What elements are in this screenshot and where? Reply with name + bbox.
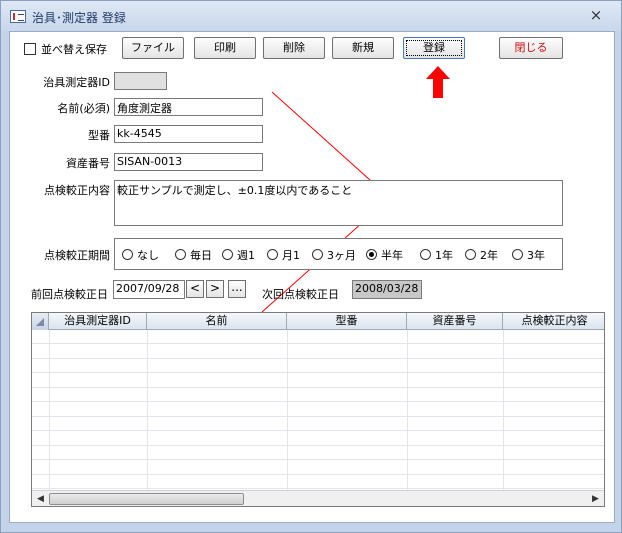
- asset-no-input[interactable]: SISAN-0013: [114, 153, 263, 171]
- prev-date-button[interactable]: <: [186, 280, 204, 298]
- grid-divider: [503, 330, 504, 490]
- radio-quarterly[interactable]: [312, 249, 323, 260]
- table-row: [32, 461, 604, 475]
- name-input[interactable]: 角度測定器: [114, 98, 263, 116]
- asset-no-label: 資産番号: [66, 157, 110, 170]
- grid-header: 治具測定器ID 名前 型番 資産番号 点検較正内容: [32, 313, 604, 330]
- grid-divider: [49, 330, 50, 490]
- close-window-button[interactable]: ×: [588, 7, 604, 23]
- table-row: [32, 345, 604, 359]
- inspection-period-label: 点検較正期間: [44, 249, 110, 262]
- radio-daily[interactable]: [175, 249, 186, 260]
- scroll-right-arrow-icon[interactable]: ▶: [587, 491, 604, 506]
- column-header-inspection-content[interactable]: 点検較正内容: [503, 313, 604, 330]
- scrollbar-thumb[interactable]: [49, 493, 244, 505]
- horizontal-scrollbar[interactable]: ◀ ▶: [32, 490, 604, 506]
- scroll-left-arrow-icon[interactable]: ◀: [32, 491, 49, 506]
- radio-monthly[interactable]: [267, 249, 278, 260]
- period-option-2-year[interactable]: 2年: [465, 247, 498, 263]
- last-date-label: 前回点検較正日: [31, 288, 108, 301]
- window: 治具･測定器 登録 × 並べ替え保存 ファイル 印刷 削除 新規 登録 閉じる …: [0, 0, 622, 533]
- last-date-input[interactable]: 2007/09/28: [113, 280, 185, 299]
- radio-weekly[interactable]: [222, 249, 233, 260]
- radio-half-year[interactable]: [366, 249, 377, 260]
- date-picker-button[interactable]: ...: [228, 280, 246, 298]
- table-row: [32, 330, 604, 344]
- period-option-half-year[interactable]: 半年: [366, 247, 403, 263]
- period-option-weekly[interactable]: 週1: [222, 247, 255, 263]
- period-option-3-year[interactable]: 3年: [512, 247, 545, 263]
- window-title: 治具･測定器 登録: [32, 11, 126, 25]
- radio-1-year[interactable]: [420, 249, 431, 260]
- column-header-tool-id[interactable]: 治具測定器ID: [49, 313, 147, 330]
- tool-id-label: 治具測定器ID: [43, 76, 110, 89]
- radio-none[interactable]: [122, 249, 133, 260]
- grid-divider: [147, 330, 148, 490]
- table-row: [32, 432, 604, 446]
- next-date-field: 2008/03/28: [352, 280, 422, 299]
- period-option-monthly[interactable]: 月1: [267, 247, 300, 263]
- table-row: [32, 388, 604, 402]
- grid-divider: [287, 330, 288, 490]
- table-row: [32, 403, 604, 417]
- next-date-button[interactable]: >: [206, 280, 224, 298]
- table-row: [32, 374, 604, 388]
- column-header-name[interactable]: 名前: [147, 313, 287, 330]
- table-row: [32, 475, 604, 489]
- tool-id-field[interactable]: [114, 72, 167, 90]
- column-header-asset-no[interactable]: 資産番号: [407, 313, 503, 330]
- select-all-corner[interactable]: [32, 313, 49, 330]
- period-option-daily[interactable]: 毎日: [175, 247, 212, 263]
- inspection-content-label: 点検較正内容: [44, 184, 110, 197]
- table-row: [32, 446, 604, 460]
- table-row: [32, 359, 604, 373]
- inspection-period-options: なし 毎日 週1 月1 3ヶ月 半年 1年 2年 3年: [114, 238, 563, 270]
- inspection-content-input[interactable]: 較正サンプルで測定し、±0.1度以内であること: [114, 180, 563, 226]
- period-option-quarterly[interactable]: 3ヶ月: [312, 247, 356, 263]
- grid-divider: [407, 330, 408, 490]
- table-row: [32, 417, 604, 431]
- model-label: 型番: [88, 129, 110, 142]
- records-grid: 治具測定器ID 名前 型番 資産番号 点検較正内容 ◀ ▶: [31, 312, 605, 507]
- radio-2-year[interactable]: [465, 249, 476, 260]
- radio-3-year[interactable]: [512, 249, 523, 260]
- form-icon: [10, 10, 26, 23]
- period-option-1-year[interactable]: 1年: [420, 247, 453, 263]
- name-label: 名前(必須): [57, 102, 110, 115]
- model-input[interactable]: kk-4545: [114, 125, 263, 143]
- title-bar: 治具･測定器 登録 ×: [1, 1, 621, 31]
- next-date-label: 次回点検較正日: [262, 288, 339, 301]
- period-option-none[interactable]: なし: [122, 247, 159, 263]
- column-header-model[interactable]: 型番: [287, 313, 407, 330]
